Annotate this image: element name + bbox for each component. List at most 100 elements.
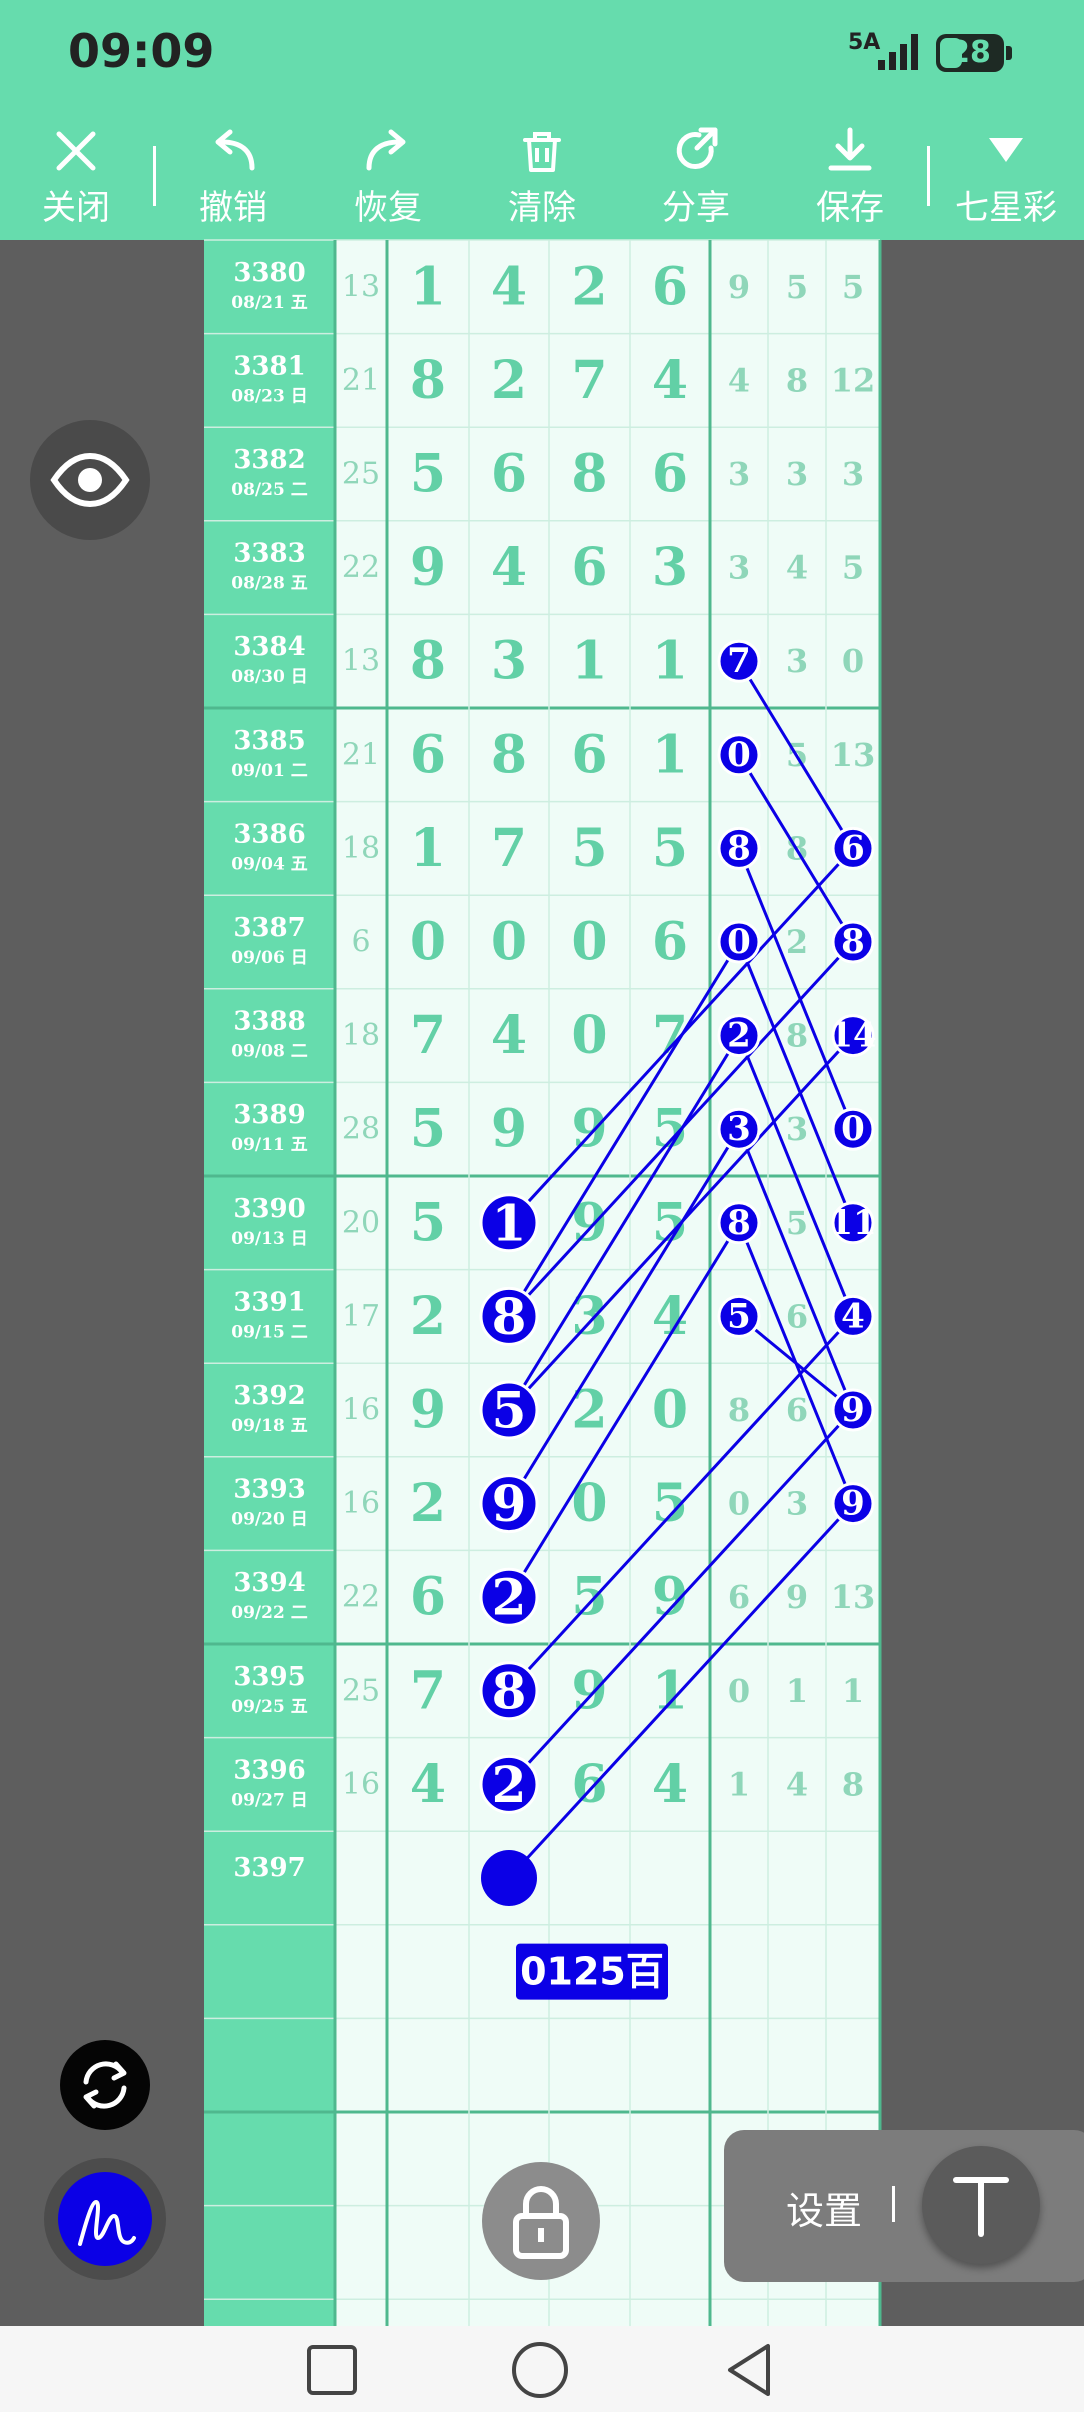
extra-cell: 8: [728, 1391, 750, 1429]
issue-number: 3382: [233, 445, 305, 475]
digit-cell: 1: [571, 631, 607, 692]
digit-cell: 1: [410, 256, 446, 317]
digit-cell: 2: [571, 1380, 607, 1441]
digit-cell: 5: [571, 818, 607, 879]
triangle-back-icon[interactable]: [720, 2340, 780, 2400]
sum-value: 28: [342, 1112, 380, 1147]
highlight-number: 1: [492, 1193, 527, 1252]
digit-cell: 9: [410, 537, 446, 598]
digit-cell: 3: [491, 631, 527, 692]
issue-date: 09/15 二: [231, 1322, 307, 1342]
lock-button[interactable]: [482, 2162, 600, 2280]
digit-cell: 0: [571, 1473, 607, 1534]
highlight-number: 11: [829, 1203, 876, 1243]
digit-cell: 7: [491, 818, 527, 879]
digit-cell: 1: [410, 818, 446, 879]
extra-cell: 5: [786, 1204, 808, 1242]
issue-date: 09/22 二: [231, 1603, 307, 1623]
pen-icon: [78, 2200, 136, 2246]
sum-value: 22: [342, 550, 380, 585]
digit-cell: 7: [410, 1660, 446, 1721]
digit-cell: 0: [652, 1380, 688, 1441]
issue-number: 3397: [233, 1853, 305, 1883]
issue-date: 08/30 日: [231, 667, 307, 687]
digit-cell: 2: [410, 1473, 446, 1534]
highlight-number: 6: [841, 828, 865, 868]
issue-date: 09/08 二: [231, 1042, 307, 1062]
digit-cell: 4: [491, 537, 527, 598]
circle-icon[interactable]: [510, 2340, 570, 2400]
extra-cell: 6: [728, 1578, 750, 1616]
eye-toggle-button[interactable]: [30, 420, 150, 540]
sum-value: 16: [342, 1767, 380, 1802]
extra-cell: 3: [786, 642, 808, 680]
issue-number: 3394: [233, 1568, 305, 1598]
extra-cell: 9: [728, 268, 750, 306]
extra-cell: 0: [842, 642, 864, 680]
square-icon[interactable]: [302, 2340, 362, 2400]
sum-value: 18: [342, 1018, 380, 1053]
issue-number: 3396: [233, 1755, 305, 1785]
highlight-number: 5: [492, 1381, 527, 1440]
sum-value: 25: [342, 457, 380, 492]
digit-cell: 1: [652, 631, 688, 692]
lock-icon: [513, 2186, 569, 2259]
sum-value: 17: [342, 1299, 380, 1334]
settings-button[interactable]: 设置: [786, 2180, 862, 2235]
sum-value: 25: [342, 1673, 380, 1708]
extra-cell: 5: [842, 268, 864, 306]
issue-number: 3395: [233, 1662, 305, 1692]
highlight-number: 3: [727, 1109, 751, 1149]
highlight-number: 8: [492, 1287, 527, 1346]
issue-number: 3390: [233, 1194, 305, 1224]
digit-cell: 6: [571, 537, 607, 598]
highlight-number: 0: [727, 735, 751, 775]
issue-number: 3386: [233, 819, 305, 849]
digit-cell: 2: [571, 256, 607, 317]
extra-cell: 5: [842, 549, 864, 587]
highlight-number: 8: [841, 922, 865, 962]
digit-cell: 6: [571, 724, 607, 785]
extra-cell: 1: [842, 1672, 864, 1710]
extra-cell: 0: [728, 1485, 750, 1523]
prediction-tag: 0125百: [520, 1950, 664, 1994]
extra-cell: 9: [786, 1578, 808, 1616]
text-tool-icon: [953, 2177, 1009, 2237]
digit-cell: 8: [491, 724, 527, 785]
highlight-number: 0: [727, 922, 751, 962]
sum-value: 16: [342, 1486, 380, 1521]
prediction-dot: [481, 1850, 537, 1906]
digit-cell: 3: [652, 537, 688, 598]
issue-number: 3380: [233, 258, 305, 288]
digit-cell: 0: [410, 912, 446, 973]
issue-date: 09/01 二: [231, 761, 307, 781]
extra-cell: 3: [728, 549, 750, 587]
settings-divider: [892, 2186, 895, 2222]
text-tool-button[interactable]: [922, 2146, 1040, 2264]
highlight-number: 9: [492, 1474, 527, 1533]
highlight-number: 9: [841, 1484, 865, 1524]
digit-cell: 2: [491, 350, 527, 411]
highlight-number: 8: [727, 828, 751, 868]
highlight-number: 5: [727, 1296, 751, 1336]
issue-date: 08/25 二: [231, 480, 307, 500]
extra-cell: 4: [786, 1765, 808, 1803]
issue-date: 08/28 五: [231, 574, 307, 594]
refresh-button[interactable]: [60, 2040, 150, 2130]
digit-cell: 0: [571, 1005, 607, 1066]
extra-cell: 3: [842, 455, 864, 493]
extra-cell: 2: [786, 923, 808, 961]
digit-cell: 6: [491, 444, 527, 505]
extra-cell: 4: [786, 549, 808, 587]
digit-cell: 5: [410, 444, 446, 505]
sum-value: 21: [342, 363, 380, 398]
pen-button[interactable]: [44, 2158, 166, 2280]
issue-number: 3392: [233, 1381, 305, 1411]
issue-number: 3384: [233, 632, 305, 662]
trend-table[interactable]: 338008/21 五 13 1 4 2 6 9 5 5338108/23 日 21 8 2 7 4 4 8 1…: [0, 0, 1084, 2326]
digit-cell: 8: [571, 444, 607, 505]
issue-date: 09/04 五: [231, 854, 307, 874]
extra-cell: 4: [728, 361, 750, 399]
extra-cell: 5: [786, 268, 808, 306]
digit-cell: 5: [410, 1099, 446, 1160]
